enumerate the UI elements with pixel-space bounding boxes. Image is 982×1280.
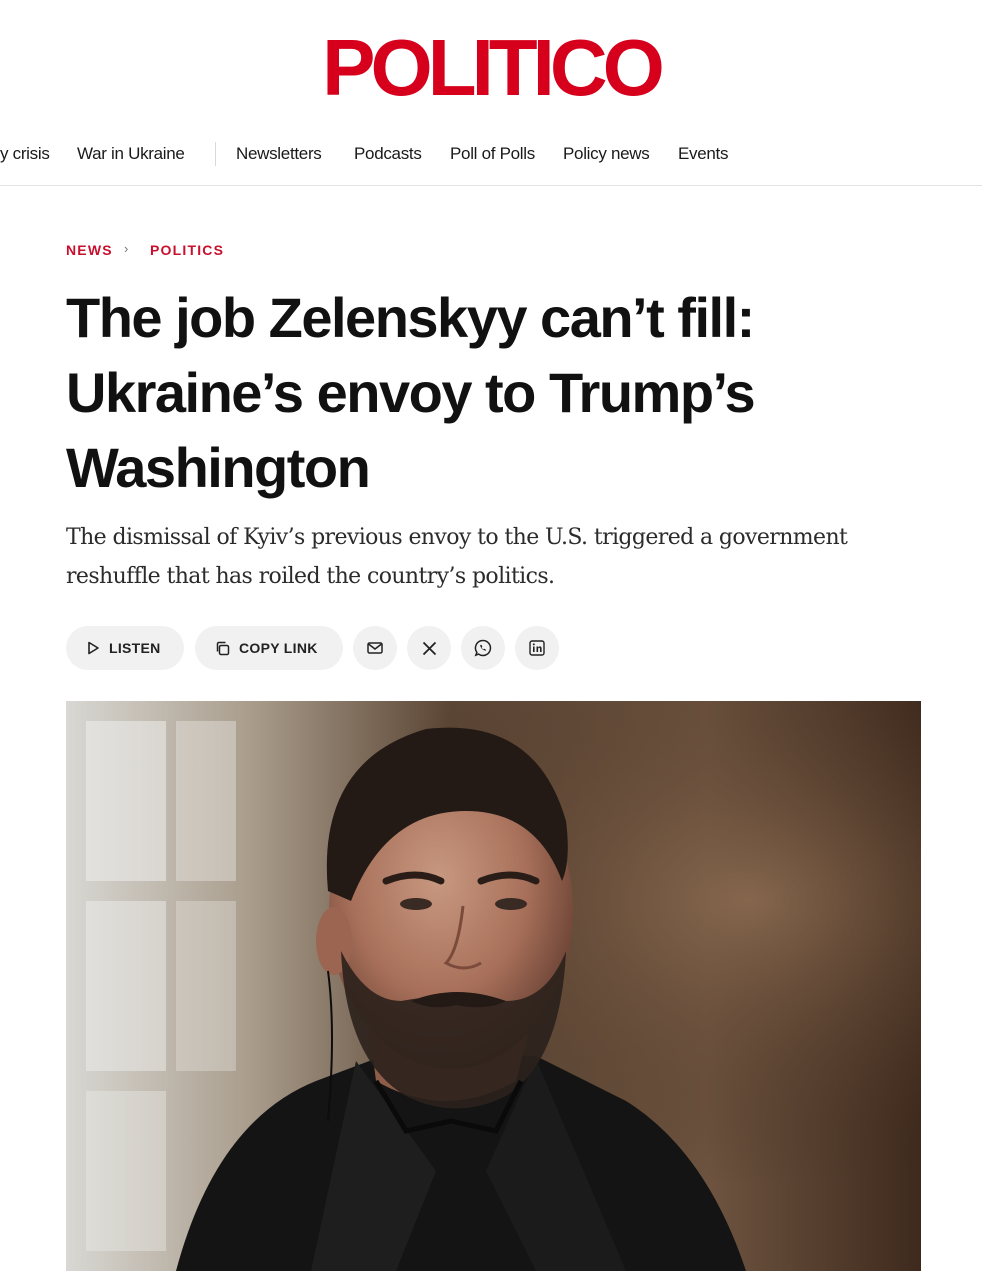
nav-item-poll-of-polls[interactable]: Poll of Polls [450, 144, 535, 164]
article-headline: The job Zelenskyy can’t fill: Ukraine’s … [66, 286, 756, 499]
listen-button[interactable]: LISTEN [66, 626, 184, 670]
top-nav: y crisis War in Ukraine Newsletters Podc… [0, 138, 982, 172]
play-icon [86, 641, 100, 655]
copy-icon [215, 641, 230, 656]
copy-link-button[interactable]: COPY LINK [195, 626, 343, 670]
chevron-right-icon: › [124, 241, 130, 256]
nav-item-newsletters[interactable]: Newsletters [236, 144, 322, 164]
linkedin-share-button[interactable] [515, 626, 559, 670]
linkedin-icon [529, 640, 545, 656]
nav-item-podcasts[interactable]: Podcasts [354, 144, 422, 164]
whatsapp-icon [474, 639, 492, 657]
x-icon [422, 641, 437, 656]
lead-photo-illustration [66, 701, 921, 1271]
nav-item-events[interactable]: Events [678, 144, 728, 164]
x-share-button[interactable] [407, 626, 451, 670]
share-toolbar: LISTEN COPY LINK [66, 626, 586, 670]
whatsapp-share-button[interactable] [461, 626, 505, 670]
nav-item-war-in-ukraine[interactable]: War in Ukraine [77, 144, 185, 164]
nav-item-energy-crisis[interactable]: y crisis [0, 144, 50, 164]
lead-photo [66, 701, 921, 1271]
nav-divider-line [0, 185, 982, 186]
article-dek: The dismissal of Kyiv’s previous envoy t… [66, 525, 848, 589]
email-icon [367, 641, 383, 655]
nav-divider [215, 142, 216, 166]
breadcrumb-news[interactable]: NEWS [66, 242, 113, 258]
breadcrumb-politics[interactable]: POLITICS [150, 242, 224, 258]
nav-item-policy-news[interactable]: Policy news [563, 144, 650, 164]
listen-label: LISTEN [109, 640, 161, 656]
email-share-button[interactable] [353, 626, 397, 670]
politico-logo[interactable]: POLITICO [0, 28, 982, 108]
copy-link-label: COPY LINK [239, 640, 318, 656]
